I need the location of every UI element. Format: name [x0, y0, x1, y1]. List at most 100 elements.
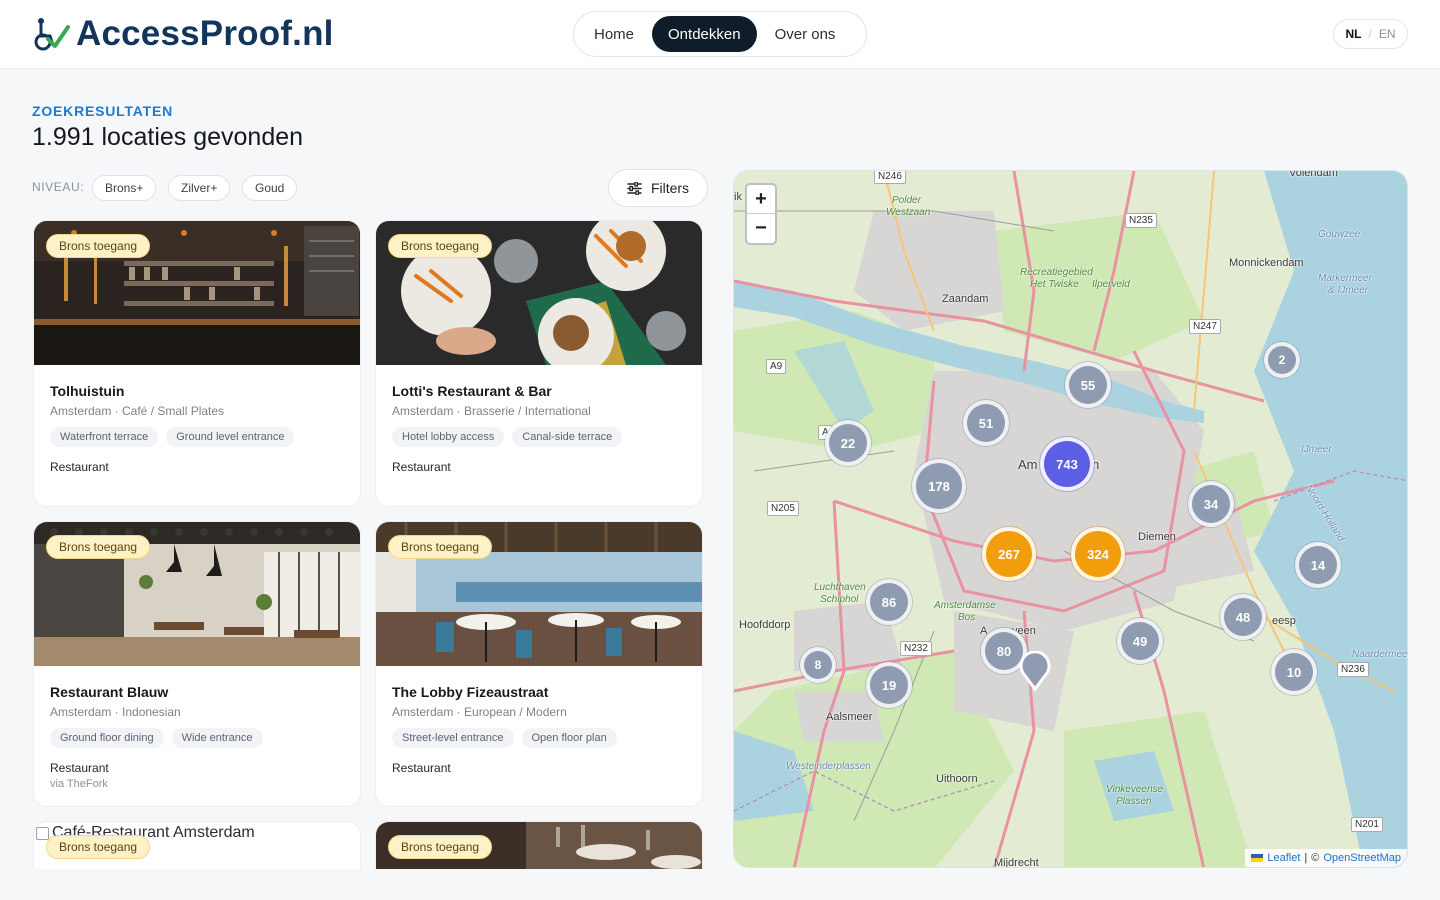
map-cluster[interactable]: 743: [1040, 437, 1094, 491]
location-card-lottis[interactable]: Brons toegang Lotti's Restaurant & Bar A…: [375, 220, 703, 507]
card-meta: Amsterdam · European / Modern: [392, 705, 567, 719]
location-card-lobby[interactable]: Brons toegang The Lobby Fizeaustraat Ams…: [375, 521, 703, 807]
card-meta: Amsterdam · Brasserie / International: [392, 404, 591, 418]
map-label-hoofddorp: Hoofddorp: [739, 619, 791, 631]
road-label: N246: [874, 171, 906, 184]
map-label: Schiphol: [820, 594, 859, 605]
broken-image-icon: [36, 826, 49, 840]
map-cluster[interactable]: 22: [825, 420, 871, 466]
nav-over-ons[interactable]: Over ons: [759, 16, 852, 52]
map-label: Polder: [892, 195, 921, 206]
zoom-out-button[interactable]: −: [747, 214, 775, 243]
access-badge: Brons toegang: [388, 835, 493, 859]
map-label: Amsterdamse: [934, 600, 996, 611]
feature-tag: Canal-side terrace: [512, 427, 623, 447]
map-cluster[interactable]: 324: [1071, 527, 1125, 581]
map-cluster[interactable]: 48: [1220, 594, 1266, 640]
map-cluster[interactable]: 14: [1295, 542, 1341, 588]
map-label: Vinkeveense: [1106, 784, 1164, 795]
ukraine-flag-icon: [1251, 854, 1264, 862]
map-label: Plassen: [1116, 796, 1152, 807]
language-switch: NL / EN: [1333, 19, 1408, 49]
map-label: Westzaan: [886, 207, 931, 218]
access-badge: Brons toegang: [46, 234, 151, 258]
location-card-tolhuistuin[interactable]: Brons toegang Tolhuistuin Amsterdam · Ca…: [33, 220, 361, 507]
card-title[interactable]: The Lobby Fizeaustraat: [392, 684, 548, 700]
map-cluster[interactable]: 86: [866, 579, 912, 625]
results-map[interactable]: + − ik Volendam Polder Westzaan Zaandam …: [733, 170, 1408, 868]
filters-button[interactable]: Filters: [608, 169, 708, 207]
card-type: Restaurant: [50, 460, 109, 474]
lang-nl[interactable]: NL: [1345, 27, 1361, 41]
map-label: Ilperveld: [1092, 279, 1130, 290]
access-badge: Brons toegang: [46, 535, 151, 559]
map-label-monnickendam: Monnickendam: [1229, 257, 1304, 269]
map-label: IJmeer: [1301, 444, 1332, 455]
map-cluster[interactable]: 2: [1264, 342, 1300, 378]
map-cluster[interactable]: 49: [1117, 618, 1163, 664]
map-label: Het Twiske: [1030, 279, 1079, 290]
access-badge: Brons toegang: [46, 835, 151, 859]
map-label: ik: [734, 191, 742, 203]
lang-en[interactable]: EN: [1379, 27, 1396, 41]
map-cluster[interactable]: 10: [1271, 649, 1317, 695]
map-cluster[interactable]: 19: [866, 662, 912, 708]
map-label: Naardermeer: [1352, 649, 1408, 660]
lang-separator: /: [1368, 27, 1372, 41]
card-title[interactable]: Lotti's Restaurant & Bar: [392, 383, 552, 399]
feature-tag: Ground floor dining: [50, 728, 164, 748]
map-cluster[interactable]: 34: [1188, 481, 1234, 527]
map-label-mijdrecht: Mijdrecht: [994, 857, 1039, 868]
road-label: N235: [1125, 213, 1157, 228]
chip-goud[interactable]: Goud: [242, 175, 298, 201]
nav-home[interactable]: Home: [578, 16, 650, 52]
nav-ontdekken[interactable]: Ontdekken: [652, 16, 757, 52]
feature-tag: Ground level entrance: [166, 427, 295, 447]
map-marker-icon[interactable]: [1018, 651, 1052, 691]
card-title[interactable]: Restaurant Blauw: [50, 684, 168, 700]
card-meta: Amsterdam · Café / Small Plates: [50, 404, 225, 418]
map-label: Markermeer: [1318, 273, 1372, 284]
brand-logo[interactable]: AccessProof.nl: [32, 14, 334, 54]
sliders-icon: [627, 181, 642, 195]
map-label: Recreatiegebied: [1020, 267, 1093, 278]
road-label: N201: [1351, 817, 1383, 832]
location-card-cafe-restaurant-amsterdam[interactable]: Café-Restaurant Amsterdam Brons toegang: [33, 821, 361, 869]
card-meta: Amsterdam · Indonesian: [50, 705, 181, 719]
road-label: N205: [767, 501, 799, 516]
chip-brons[interactable]: Brons+: [92, 175, 157, 201]
feature-tag: Hotel lobby access: [392, 427, 505, 447]
map-label-diemen: Diemen: [1138, 531, 1176, 543]
map-cluster[interactable]: 267: [982, 527, 1036, 581]
location-card-6[interactable]: Brons toegang: [375, 821, 703, 869]
map-label: Westeinderplassen: [786, 761, 871, 772]
map-cluster[interactable]: 8: [800, 647, 836, 683]
copyright-symbol: ©: [1311, 852, 1320, 864]
map-label: Luchthaven: [814, 582, 866, 593]
map-label: Bos: [958, 612, 976, 623]
osm-link[interactable]: OpenStreetMap: [1323, 852, 1401, 864]
card-tags: Ground floor dining Wide entrance: [50, 728, 263, 748]
card-source: via TheFork: [50, 778, 108, 790]
results-eyebrow: ZOEKRESULTATEN: [32, 103, 174, 119]
map-cluster[interactable]: 178: [912, 459, 966, 513]
map-label-weesp: eesp: [1272, 615, 1296, 627]
map-label-uithoorn: Uithoorn: [936, 773, 978, 785]
chip-zilver[interactable]: Zilver+: [168, 175, 231, 201]
leaflet-link[interactable]: Leaflet: [1267, 852, 1300, 864]
location-card-blauw[interactable]: Brons toegang Restaurant Blauw Amsterdam…: [33, 521, 361, 807]
zoom-in-button[interactable]: +: [747, 185, 775, 214]
wheelchair-check-icon: [34, 18, 70, 51]
map-zoom-control: + −: [745, 183, 777, 245]
card-tags: Street-level entrance Open floor plan: [392, 728, 617, 748]
card-type: Restaurant: [392, 460, 451, 474]
brand-name: AccessProof.nl: [76, 14, 334, 53]
main-nav: Home Ontdekken Over ons: [573, 11, 867, 57]
card-type: Restaurant: [50, 761, 109, 775]
map-label: Gouwzee: [1318, 229, 1361, 240]
road-label: A9: [766, 359, 787, 374]
map-cluster[interactable]: 51: [963, 400, 1009, 446]
card-title[interactable]: Tolhuistuin: [50, 383, 124, 399]
map-cluster[interactable]: 55: [1065, 362, 1111, 408]
card-tags: Hotel lobby access Canal-side terrace: [392, 427, 623, 447]
